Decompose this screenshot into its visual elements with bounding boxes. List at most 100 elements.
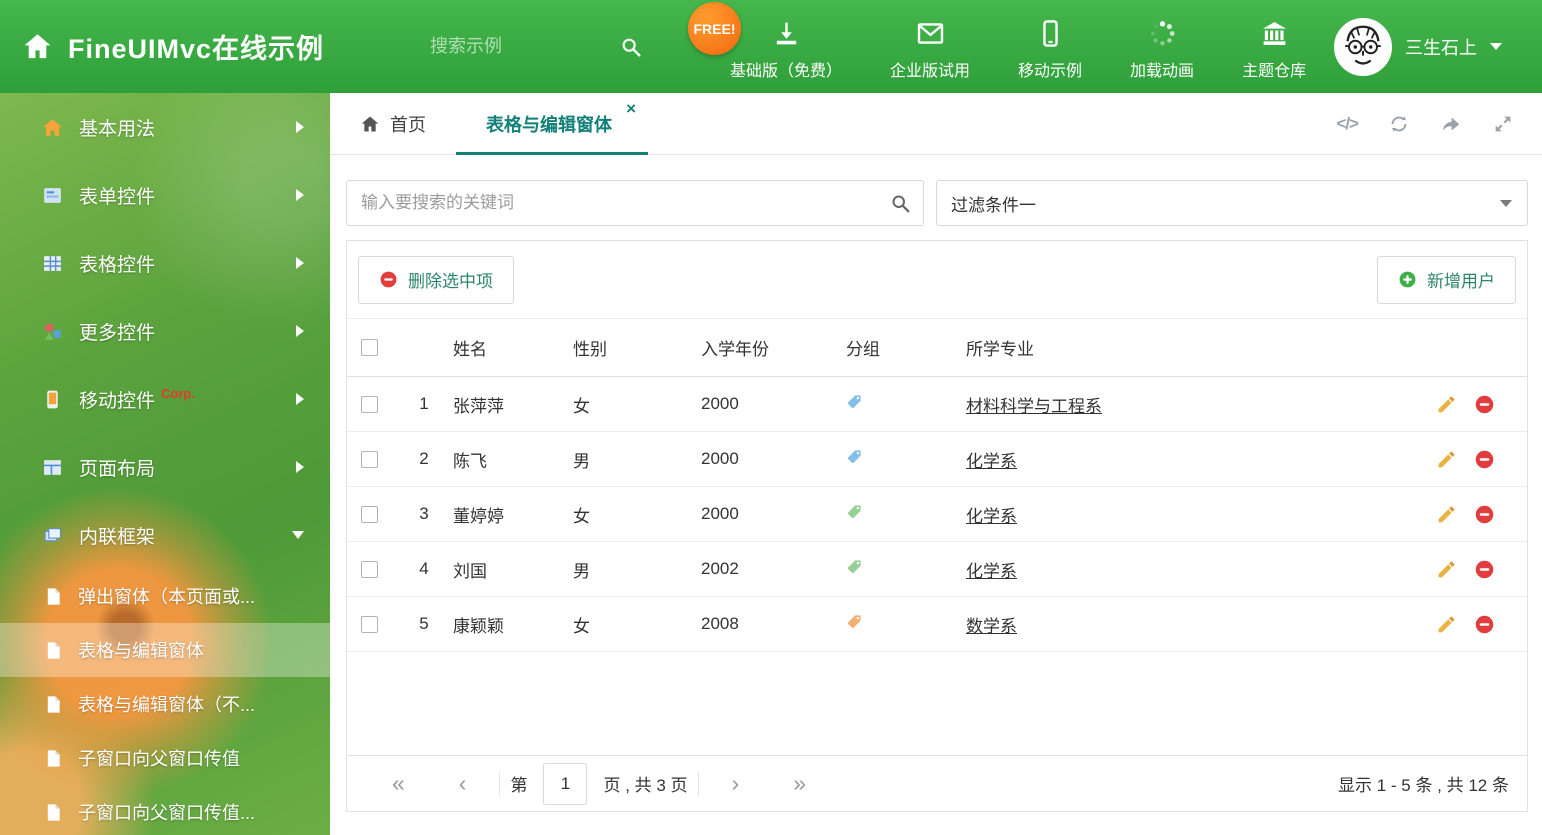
grid-icon [44,255,61,271]
header-search [430,0,642,93]
sidebar-item-grid-controls[interactable]: 表格控件 [0,229,330,297]
nav-enterprise-trial[interactable]: 企业版试用 [866,0,994,93]
row-checkbox[interactable] [361,615,378,633]
file-icon [47,803,60,821]
last-page-button[interactable]: » [766,772,833,795]
edit-icon[interactable] [1436,449,1457,470]
tab-home[interactable]: 首页 [330,93,456,154]
nav-loading-animation[interactable]: 加载动画 [1106,0,1218,93]
major-link[interactable]: 化学系 [966,562,1017,581]
tab-tools: </> [1336,93,1542,154]
delete-icon[interactable] [1474,559,1495,580]
cell-name: 康颖颖 [453,616,504,636]
page-number-input[interactable] [543,762,588,805]
frames-icon [44,527,61,541]
fullscreen-icon[interactable] [1492,113,1514,135]
download-icon [776,22,796,44]
sidebar-item-inline-frame[interactable]: 内联框架 [0,501,330,569]
row-checkbox[interactable] [361,450,378,468]
sidebar-subitem-label: 子窗口向父窗口传值... [78,803,256,823]
chevron-right-icon [296,257,304,269]
delete-icon[interactable] [1474,449,1495,470]
corp-badge: Corp. [161,385,195,401]
edit-icon[interactable] [1436,504,1457,525]
sidebar-subitem-label: 子窗口向父窗口传值 [78,749,240,769]
major-link[interactable]: 化学系 [966,452,1017,471]
keyword-search-input[interactable] [347,181,923,225]
plus-circle-icon [1399,271,1416,288]
form-icon [44,187,61,203]
close-icon[interactable]: × [626,100,636,117]
tab-grid-edit-window[interactable]: 表格与编辑窗体 × [456,93,648,155]
sidebar-subitem-label: 表格与编辑窗体 [78,641,204,661]
sidebar-subitem-child-to-parent-2[interactable]: 子窗口向父窗口传值... [0,785,330,835]
select-all-checkbox[interactable] [361,339,378,356]
view-source-icon[interactable]: </> [1336,114,1359,134]
minus-circle-icon [380,271,397,288]
pagination-bar: « ‹ 第 页 , 共 3 页 › » 显示 1 - 5 条 , 共 12 条 [347,755,1527,811]
page-suffix: 页 , 共 3 页 [603,776,688,795]
tag-icon [848,615,861,628]
search-icon[interactable] [620,36,642,58]
row-checkbox[interactable] [361,560,378,578]
row-checkbox[interactable] [361,505,378,523]
edit-icon[interactable] [1436,559,1457,580]
tag-icon [848,450,861,463]
phone-icon [47,390,58,408]
table-header-row: 姓名 性别 入学年份 分组 所学专业 [347,319,1527,377]
delete-icon[interactable] [1474,504,1495,525]
edit-icon[interactable] [1436,614,1457,635]
delete-icon[interactable] [1474,614,1495,635]
sidebar-item-form-controls[interactable]: 表单控件 [0,161,330,229]
delete-icon[interactable] [1474,394,1495,415]
house-icon [43,118,62,136]
col-gender: 性别 [573,340,607,359]
edit-icon[interactable] [1436,394,1457,415]
sidebar-item-more-controls[interactable]: 更多控件 [0,297,330,365]
major-link[interactable]: 材料科学与工程系 [966,397,1102,416]
chevron-right-icon [296,393,304,405]
sidebar-item-label: 表单控件 [79,186,156,208]
filter-row: 过滤条件一 [330,155,1542,226]
major-link[interactable]: 化学系 [966,507,1017,526]
sidebar-item-basic-usage[interactable]: 基本用法 [0,93,330,161]
file-icon [47,587,60,605]
prev-page-button[interactable]: ‹ [432,772,494,795]
filter-dropdown-value: 过滤条件一 [951,195,1036,215]
user-menu[interactable]: 三生石上 [1334,0,1502,93]
major-link[interactable]: 数学系 [966,617,1017,636]
brand[interactable]: FineUIMvc在线示例 [22,0,324,93]
sidebar-subitem-child-to-parent[interactable]: 子窗口向父窗口传值 [0,731,330,785]
next-page-button[interactable]: › [705,772,767,795]
row-index: 2 [419,449,429,468]
filter-dropdown[interactable]: 过滤条件一 [936,180,1528,226]
chevron-right-icon [296,461,304,473]
main-content: 首页 表格与编辑窗体 × </> 输入要搜索的关键词 过滤条件一 删除选中项 新… [330,93,1542,835]
row-checkbox[interactable] [361,395,378,413]
sidebar-item-mobile-controls[interactable]: 移动控件 Corp. [0,365,330,433]
sidebar-subitem-grid-edit-window-2[interactable]: 表格与编辑窗体（不... [0,677,330,731]
tab-label: 首页 [390,114,426,135]
nav-mobile-demo[interactable]: 移动示例 [994,0,1106,93]
header-search-input[interactable] [430,36,580,57]
col-group: 分组 [846,340,880,359]
search-icon[interactable] [890,193,911,214]
sidebar-item-label: 更多控件 [79,322,156,344]
sidebar-item-page-layout[interactable]: 页面布局 [0,433,330,501]
add-user-button[interactable]: 新增用户 [1377,255,1516,304]
page-prefix: 第 [510,776,528,795]
refresh-icon[interactable] [1388,113,1410,135]
sidebar-subitem-popup-window[interactable]: 弹出窗体（本页面或... [0,569,330,623]
col-year: 入学年份 [701,340,769,359]
sidebar-subitem-grid-edit-window[interactable]: 表格与编辑窗体 [0,623,330,677]
keyword-search-box [346,180,924,226]
open-in-new-window-icon[interactable] [1440,113,1462,135]
sidebar-item-label: 表格控件 [79,254,156,276]
delete-selected-button[interactable]: 删除选中项 [358,255,514,304]
shapes-icon [44,323,61,340]
envelope-icon [917,22,943,44]
first-page-button[interactable]: « [365,772,432,795]
cell-name: 张萍萍 [453,396,504,416]
sidebar-item-label: 内联框架 [79,526,156,548]
nav-theme-store[interactable]: 主题仓库 [1218,0,1330,93]
